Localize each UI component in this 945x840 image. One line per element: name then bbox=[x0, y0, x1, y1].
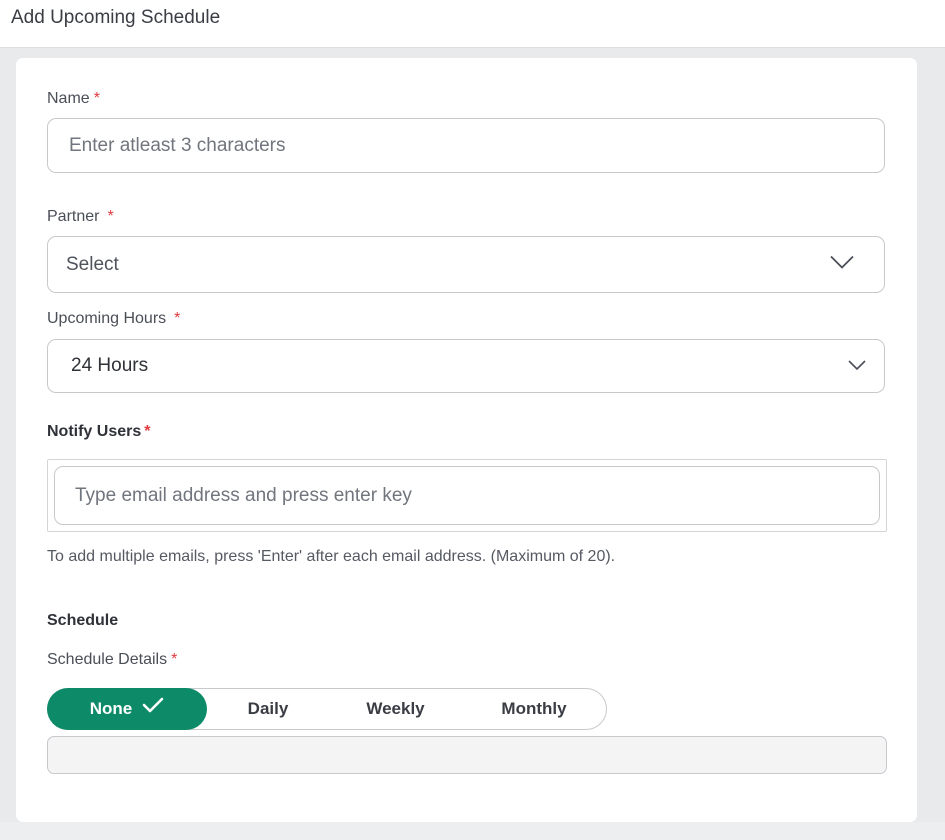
notify-users-container: Type email address and press enter key bbox=[47, 459, 887, 532]
schedule-form-card: Name * Enter atleast 3 characters Partner… bbox=[16, 58, 917, 822]
email-input[interactable]: Type email address and press enter key bbox=[54, 466, 880, 525]
schedule-details-required-mark: * bbox=[171, 651, 178, 668]
page-title: Add Upcoming Schedule bbox=[11, 7, 221, 28]
partner-select-value: Select bbox=[66, 253, 119, 275]
upcoming-hours-select-value: 24 Hours bbox=[71, 355, 149, 376]
upcoming-hours-label: Upcoming Hours * bbox=[47, 310, 180, 328]
schedule-option-none[interactable]: None bbox=[47, 688, 207, 730]
schedule-frequency-toggle: None Daily Weekly Monthly bbox=[47, 688, 607, 730]
upcoming-hours-required-mark: * bbox=[174, 310, 181, 327]
partner-label: Partner * bbox=[47, 208, 114, 226]
schedule-option-daily-label: Daily bbox=[247, 699, 289, 718]
schedule-details-label-text: Schedule Details bbox=[47, 651, 168, 668]
schedule-heading-text: Schedule bbox=[47, 612, 119, 629]
page-header: Add Upcoming Schedule bbox=[0, 0, 945, 48]
name-required-mark: * bbox=[93, 90, 100, 107]
email-helper-text: To add multiple emails, press 'Enter' af… bbox=[47, 548, 616, 565]
page-bottom-strip bbox=[0, 822, 945, 840]
schedule-details-label: Schedule Details * bbox=[47, 651, 177, 669]
chevron-down-icon bbox=[830, 255, 854, 274]
schedule-option-none-label: None bbox=[89, 699, 133, 718]
email-input-placeholder: Type email address and press enter key bbox=[75, 484, 412, 506]
partner-select[interactable]: Select bbox=[47, 236, 885, 293]
notify-users-label: Notify Users * bbox=[47, 423, 150, 441]
partner-label-text: Partner bbox=[47, 208, 100, 225]
name-input[interactable]: Enter atleast 3 characters bbox=[47, 118, 885, 173]
schedule-option-monthly[interactable]: Monthly bbox=[484, 689, 584, 729]
name-label-text: Name bbox=[47, 90, 90, 107]
schedule-option-weekly-label: Weekly bbox=[366, 699, 425, 718]
upcoming-hours-select[interactable]: 24 Hours bbox=[47, 339, 885, 393]
notify-users-required-mark: * bbox=[144, 423, 151, 440]
partner-required-mark: * bbox=[107, 208, 114, 225]
check-icon bbox=[142, 687, 164, 729]
notify-users-label-text: Notify Users bbox=[47, 423, 142, 440]
schedule-heading: Schedule bbox=[47, 612, 118, 630]
upcoming-hours-label-text: Upcoming Hours bbox=[47, 310, 167, 327]
name-label: Name * bbox=[47, 90, 100, 108]
schedule-option-weekly[interactable]: Weekly bbox=[348, 689, 443, 729]
schedule-option-monthly-label: Monthly bbox=[501, 699, 567, 718]
chevron-down-icon bbox=[848, 357, 866, 375]
name-input-placeholder: Enter atleast 3 characters bbox=[69, 134, 286, 156]
schedule-details-field bbox=[47, 736, 887, 774]
schedule-option-daily[interactable]: Daily bbox=[228, 689, 308, 729]
